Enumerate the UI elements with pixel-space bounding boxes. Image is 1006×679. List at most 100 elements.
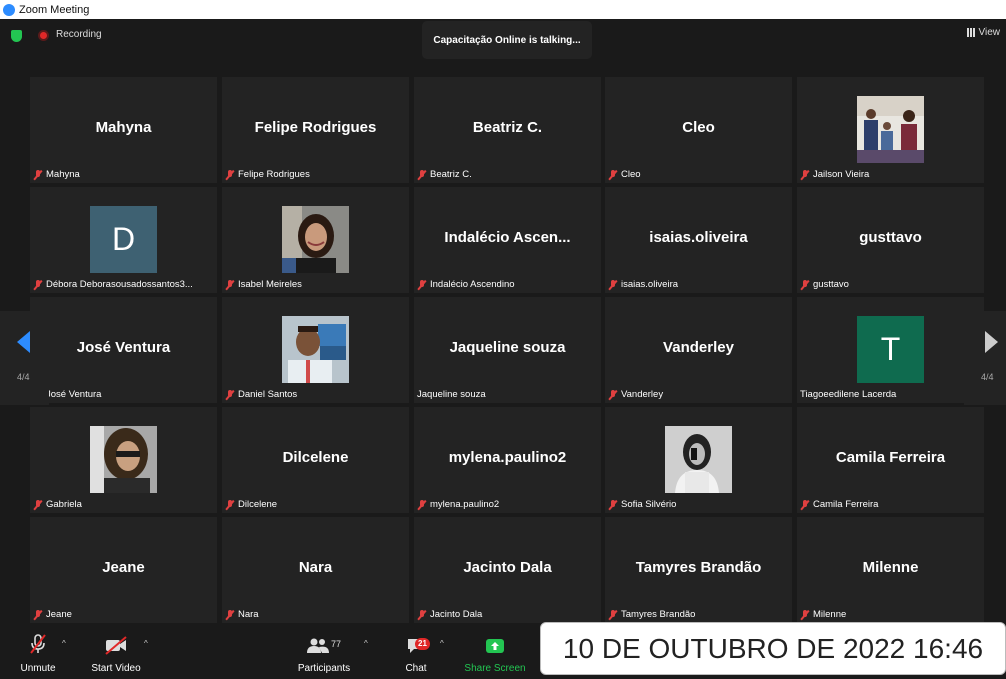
participant-name: Camila Ferreira bbox=[813, 499, 879, 510]
participant-display-name: Nara bbox=[298, 558, 333, 576]
security-shield-icon[interactable] bbox=[11, 30, 22, 42]
participant-display-name: Jacinto Dala bbox=[463, 558, 552, 576]
window-title: Zoom Meeting bbox=[19, 3, 90, 16]
participant-name-label: Camila Ferreira bbox=[800, 499, 878, 510]
arrow-left-icon bbox=[17, 331, 30, 353]
participant-initial-avatar: T bbox=[857, 316, 924, 383]
start-video-button[interactable]: Start Video bbox=[88, 625, 144, 679]
participant-name-label: mylena.paulino2 bbox=[417, 499, 499, 510]
participants-icon bbox=[306, 638, 329, 653]
participant-name: Vanderley bbox=[621, 389, 664, 400]
share-screen-button[interactable]: Share Screen bbox=[462, 625, 528, 679]
participant-tile[interactable]: Beatriz C. Beatriz C. bbox=[414, 77, 601, 183]
participant-tile[interactable]: Gabriela bbox=[30, 407, 217, 513]
microphone-muted-icon bbox=[33, 609, 43, 620]
microphone-muted-icon bbox=[800, 169, 810, 180]
window-titlebar: Zoom Meeting bbox=[0, 0, 1006, 19]
participant-name-label: Isabel Meireles bbox=[225, 279, 302, 290]
meeting-topbar: Recording Capacitação Online is talking.… bbox=[0, 19, 1006, 59]
participant-name-label: Cleo bbox=[608, 169, 641, 180]
participant-tile[interactable]: Isabel Meireles bbox=[222, 187, 409, 293]
meeting-window: Recording Capacitação Online is talking.… bbox=[0, 19, 1006, 679]
view-button[interactable]: View bbox=[966, 27, 1000, 38]
chat-button[interactable]: 21 Chat bbox=[400, 625, 432, 679]
participant-name: Mahyna bbox=[46, 169, 80, 180]
microphone-muted-icon bbox=[225, 389, 235, 400]
participant-photo bbox=[90, 426, 157, 493]
video-options-caret-icon[interactable]: ^ bbox=[144, 639, 148, 648]
chat-unread-badge: 21 bbox=[415, 638, 430, 650]
unmute-button[interactable]: Unmute bbox=[18, 625, 58, 679]
participant-display-name: Jeane bbox=[102, 558, 145, 576]
participant-tile[interactable]: Nara Nara bbox=[222, 517, 409, 623]
participants-button[interactable]: 77 Participants bbox=[296, 625, 352, 679]
participant-tile[interactable]: Tamyres Brandão Tamyres Brandão bbox=[605, 517, 792, 623]
participant-name-label: Débora Deborasousadossantos3... bbox=[33, 279, 193, 290]
participant-tile[interactable]: Daniel Santos bbox=[222, 297, 409, 403]
participant-name-label: Sofia Silvério bbox=[608, 499, 676, 510]
microphone-muted-icon bbox=[225, 609, 235, 620]
participants-count: 77 bbox=[330, 639, 341, 649]
participant-tile[interactable]: Vanderley Vanderley bbox=[605, 297, 792, 403]
participant-name-label: Gabriela bbox=[33, 499, 82, 510]
participant-display-name: Felipe Rodrigues bbox=[254, 118, 377, 136]
participant-tile[interactable]: isaias.oliveira isaias.oliveira bbox=[605, 187, 792, 293]
participants-options-caret-icon[interactable]: ^ bbox=[364, 639, 368, 648]
participant-tile[interactable]: mylena.paulino2 mylena.paulino2 bbox=[414, 407, 601, 513]
participant-tile[interactable]: Felipe Rodrigues Felipe Rodrigues bbox=[222, 77, 409, 183]
participant-display-name: Dilcelene bbox=[282, 448, 349, 466]
participant-display-name: Milenne bbox=[862, 558, 919, 576]
participant-name-label: Jailson Vieira bbox=[800, 169, 869, 180]
participant-tile[interactable]: Jaqueline souza Jaqueline souza bbox=[414, 297, 601, 403]
microphone-muted-icon bbox=[608, 389, 618, 400]
audio-options-caret-icon[interactable]: ^ bbox=[62, 639, 66, 648]
share-screen-icon bbox=[486, 639, 504, 653]
participant-tile[interactable]: Jacinto Dala Jacinto Dala bbox=[414, 517, 601, 623]
participant-tile[interactable]: Camila Ferreira Camila Ferreira bbox=[797, 407, 984, 513]
participant-name-label: Tiagoeedilene Lacerda bbox=[800, 389, 896, 400]
participant-initial-avatar: D bbox=[90, 206, 157, 273]
microphone-muted-icon bbox=[417, 609, 427, 620]
participant-name-label: Felipe Rodrigues bbox=[225, 169, 310, 180]
participant-name: Jacinto Dala bbox=[430, 609, 483, 620]
participant-name: gusttavo bbox=[813, 279, 849, 290]
participant-name: Débora Deborasousadossantos3... bbox=[46, 279, 193, 290]
next-page-button[interactable]: 4/4 bbox=[964, 311, 1006, 405]
participant-display-name: Jaqueline souza bbox=[449, 338, 566, 356]
start-video-label: Start Video bbox=[91, 663, 141, 674]
participant-name: Jailson Vieira bbox=[813, 169, 870, 180]
participant-tile[interactable]: Milenne Milenne bbox=[797, 517, 984, 623]
participant-tile[interactable]: Jeane Jeane bbox=[30, 517, 217, 623]
participant-tile[interactable]: Jailson Vieira bbox=[797, 77, 984, 183]
participant-name-label: Dilcelene bbox=[225, 499, 277, 510]
participant-tile[interactable]: Dilcelene Dilcelene bbox=[222, 407, 409, 513]
participant-display-name: José Ventura bbox=[76, 338, 171, 356]
video-off-icon bbox=[105, 636, 127, 655]
participant-tile[interactable]: D Débora Deborasousadossantos3... bbox=[30, 187, 217, 293]
participant-name: Gabriela bbox=[46, 499, 82, 510]
participant-tile[interactable]: Cleo Cleo bbox=[605, 77, 792, 183]
participant-tile[interactable]: José Ventura José Ventura bbox=[30, 297, 217, 403]
zoom-app-icon bbox=[3, 3, 15, 16]
microphone-muted-icon bbox=[33, 499, 43, 510]
participant-name-label: Tamyres Brandão bbox=[608, 609, 695, 620]
participant-tile[interactable]: Sofia Silvério bbox=[605, 407, 792, 513]
participant-display-name: mylena.paulino2 bbox=[448, 448, 567, 466]
previous-page-button[interactable]: 4/4 bbox=[0, 311, 49, 405]
participant-name-label: isaias.oliveira bbox=[608, 279, 678, 290]
participant-display-name: Indalécio Ascen... bbox=[444, 228, 571, 246]
participant-name: Dilcelene bbox=[238, 499, 278, 510]
chat-options-caret-icon[interactable]: ^ bbox=[440, 639, 444, 648]
participant-tile[interactable]: Indalécio Ascen... Indalécio Ascendino bbox=[414, 187, 601, 293]
participant-tile[interactable]: T Tiagoeedilene Lacerda bbox=[797, 297, 984, 403]
participant-name: Tamyres Brandão bbox=[621, 609, 696, 620]
participant-tile[interactable]: gusttavo gusttavo bbox=[797, 187, 984, 293]
recording-icon bbox=[38, 30, 49, 41]
microphone-muted-icon bbox=[417, 499, 427, 510]
participant-name: Cleo bbox=[621, 169, 641, 180]
page-indicator-left: 4/4 bbox=[17, 372, 30, 382]
microphone-muted-icon bbox=[417, 169, 427, 180]
participant-tile[interactable]: Mahyna Mahyna bbox=[30, 77, 217, 183]
unmute-label: Unmute bbox=[20, 663, 56, 674]
page-indicator-right: 4/4 bbox=[981, 372, 994, 382]
